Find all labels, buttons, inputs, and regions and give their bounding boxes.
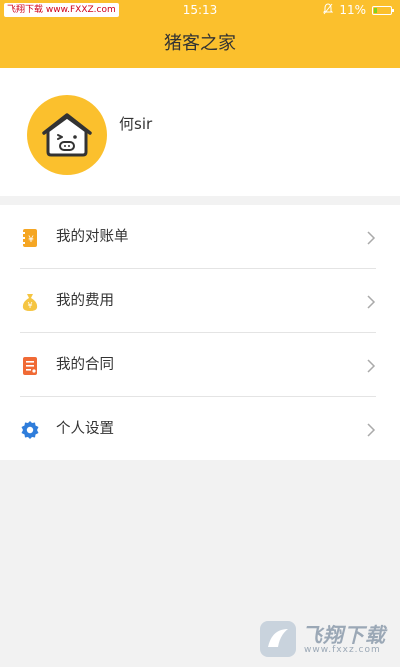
avatar[interactable] [27,95,107,175]
gear-icon [20,420,40,440]
battery-level-fill [374,7,377,13]
menu-list: ¥ 我的对账单 ¥ 我的费用 我的合同 个人设置 [0,205,400,460]
menu-item-label: 我的合同 [56,357,114,373]
mute-icon [323,2,334,18]
menu-item-label: 我的对账单 [56,229,129,245]
menu-item-settings[interactable]: 个人设置 [0,397,400,461]
money-bag-icon: ¥ [20,292,40,312]
app-screen: 飞翔下载 www.FXXZ.com 15:13 11% 猪客之家 何sir ¥ … [0,0,400,667]
menu-item-label: 我的费用 [56,293,114,309]
watermark-logo: 飞翔下载 www.fxxz.com [258,617,394,661]
statement-icon: ¥ [20,228,40,248]
chevron-right-icon [366,230,376,245]
profile-section: 何sir [0,68,400,196]
menu-item-label: 个人设置 [56,421,114,437]
user-name: 何sir [119,115,153,133]
watermark-brand: 飞翔下载 [302,623,386,647]
menu-item-statement[interactable]: ¥ 我的对账单 [0,205,400,269]
watermark-url: www.fxxz.com [304,645,381,655]
svg-text:¥: ¥ [27,301,32,310]
page-title: 猪客之家 [164,33,236,54]
menu-item-contract[interactable]: 我的合同 [0,333,400,397]
status-indicators: 11% [323,2,394,18]
battery-icon [372,5,394,15]
chevron-right-icon [366,422,376,437]
svg-text:¥: ¥ [28,235,34,245]
menu-item-fees[interactable]: ¥ 我的费用 [0,269,400,333]
chevron-right-icon [366,294,376,309]
header-bar: 飞翔下载 www.FXXZ.com 15:13 11% 猪客之家 [0,0,400,68]
chevron-right-icon [366,358,376,373]
battery-percent: 11% [339,3,366,17]
contract-icon [20,356,40,376]
watermark-emblem-icon [260,621,296,657]
pig-house-icon [42,113,92,157]
status-bar: 飞翔下载 www.FXXZ.com 15:13 11% [0,0,400,20]
